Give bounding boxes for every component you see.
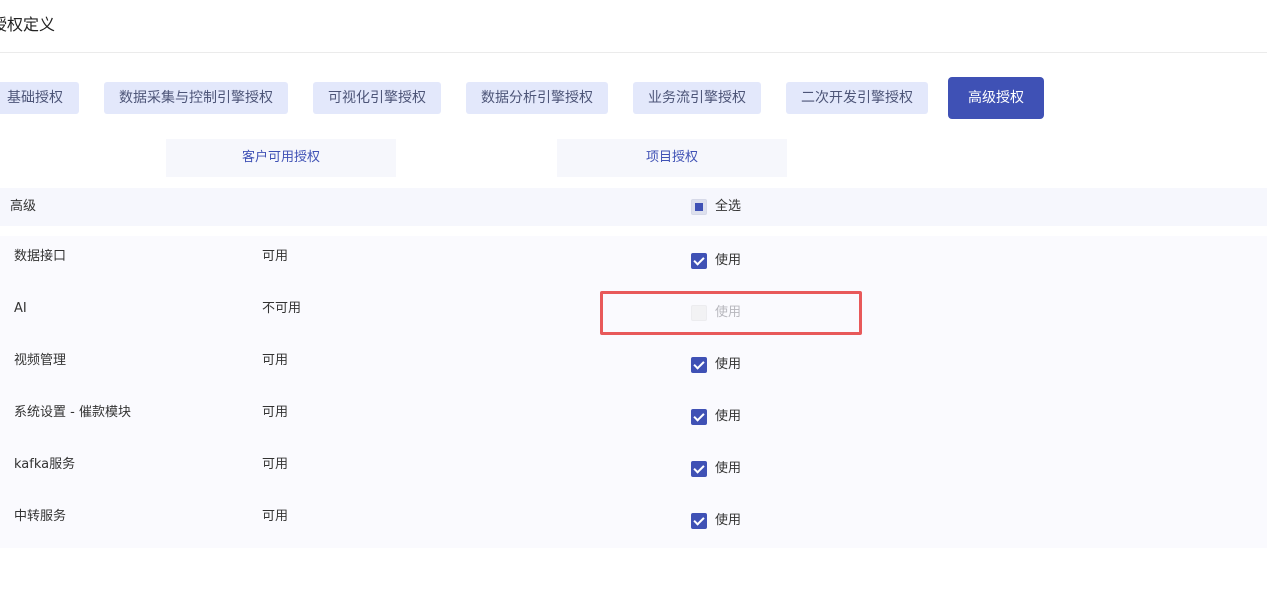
auth-table: 数据接口 可用 使用 AI 不可用 使用 视频管理 可用 使用 系统设置 - 催… — [0, 236, 1267, 548]
use-label: 使用 — [715, 305, 742, 320]
use-label: 使用 — [715, 253, 742, 268]
use-checkbox[interactable]: 使用 — [691, 460, 741, 478]
use-label: 使用 — [715, 513, 742, 528]
tab-visualization-engine-auth[interactable]: 可视化引擎授权 — [313, 82, 441, 114]
use-label: 使用 — [715, 357, 742, 372]
row-name: 中转服务 — [14, 509, 67, 524]
row-name: 视频管理 — [14, 353, 67, 368]
group-title: 高级 — [10, 199, 37, 214]
use-checkbox[interactable]: 使用 — [691, 252, 741, 270]
subtab-project-auth[interactable]: 项目授权 — [557, 139, 787, 177]
table-row: 视频管理 可用 使用 — [0, 340, 1267, 392]
select-all-box[interactable] — [691, 199, 707, 215]
tab-secondary-dev-engine-auth[interactable]: 二次开发引擎授权 — [786, 82, 928, 114]
use-label: 使用 — [715, 409, 742, 424]
row-status: 不可用 — [262, 301, 302, 316]
tab-advanced-auth[interactable]: 高级授权 — [948, 77, 1044, 119]
tab-data-collection-control-engine-auth[interactable]: 数据采集与控制引擎授权 — [104, 82, 288, 114]
row-name: kafka服务 — [14, 457, 76, 472]
checkbox-box[interactable] — [691, 357, 707, 373]
tab-workflow-engine-auth[interactable]: 业务流引擎授权 — [633, 82, 761, 114]
row-name: 系统设置 - 催款模块 — [14, 405, 131, 420]
row-name: 数据接口 — [14, 249, 67, 264]
table-row: 数据接口 可用 使用 — [0, 236, 1267, 288]
checkbox-box[interactable] — [691, 461, 707, 477]
page-header: 授权定义 — [0, 0, 1267, 53]
use-label: 使用 — [715, 461, 742, 476]
checkbox-box[interactable] — [691, 409, 707, 425]
table-row: 系统设置 - 催款模块 可用 使用 — [0, 392, 1267, 444]
checkbox-box[interactable] — [691, 253, 707, 269]
row-status: 可用 — [262, 249, 289, 264]
row-name: AI — [14, 301, 27, 316]
page: 授权定义 基础授权 数据采集与控制引擎授权 可视化引擎授权 数据分析引擎授权 业… — [0, 0, 1267, 603]
use-checkbox[interactable]: 使用 — [691, 356, 741, 374]
row-status: 可用 — [262, 509, 289, 524]
row-status: 可用 — [262, 353, 289, 368]
tab-data-analysis-engine-auth[interactable]: 数据分析引擎授权 — [466, 82, 608, 114]
row-status: 可用 — [262, 405, 289, 420]
row-status: 可用 — [262, 457, 289, 472]
use-checkbox[interactable]: 使用 — [691, 512, 741, 530]
checkbox-box[interactable] — [691, 305, 707, 321]
main-tab-bar: 基础授权 数据采集与控制引擎授权 可视化引擎授权 数据分析引擎授权 业务流引擎授… — [0, 77, 1267, 119]
table-row: kafka服务 可用 使用 — [0, 444, 1267, 496]
tab-basic-auth[interactable]: 基础授权 — [0, 82, 79, 114]
table-row: 中转服务 可用 使用 — [0, 496, 1267, 548]
page-title: 授权定义 — [0, 15, 56, 34]
use-checkbox[interactable]: 使用 — [691, 408, 741, 426]
use-checkbox[interactable]: 使用 — [691, 304, 741, 322]
group-header: 高级 全选 — [0, 188, 1267, 226]
checkbox-box[interactable] — [691, 513, 707, 529]
subtab-customer-available-auth[interactable]: 客户可用授权 — [166, 139, 396, 177]
table-row: AI 不可用 使用 — [0, 288, 1267, 340]
select-all-checkbox[interactable]: 全选 — [691, 188, 741, 226]
select-all-label: 全选 — [715, 199, 742, 214]
